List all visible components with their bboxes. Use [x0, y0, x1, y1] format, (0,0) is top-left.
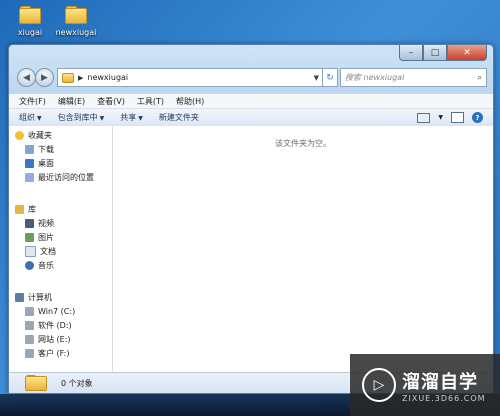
watermark-brand: 溜溜自学	[402, 371, 478, 393]
drive-icon	[25, 320, 34, 330]
address-bar[interactable]: ▶ newxiugai ▼	[57, 68, 323, 87]
desktop-folder-newxiugai[interactable]: newxiugai	[52, 6, 100, 37]
drive-icon	[25, 348, 34, 358]
video-icon	[25, 218, 34, 228]
nav-item-drive-f[interactable]: 客户 (F:)	[25, 347, 112, 359]
empty-folder-message: 该文件夹为空。	[275, 139, 331, 148]
menu-view[interactable]: 查看(V)	[97, 96, 125, 107]
menu-tools[interactable]: 工具(T)	[137, 96, 164, 107]
computer-icon	[15, 292, 24, 302]
folder-icon	[65, 6, 87, 24]
preview-pane-icon[interactable]	[451, 112, 464, 123]
navigation-pane: 收藏夹 下载 桌面 最近访问的位置 库 视频 图片 文档 音乐 计算机 Win7…	[9, 126, 113, 373]
documents-icon	[25, 245, 36, 257]
nav-favorites[interactable]: 收藏夹	[15, 129, 112, 141]
chevron-down-icon[interactable]: ▼	[311, 74, 322, 82]
nav-item-desktop[interactable]: 桌面	[25, 157, 112, 169]
title-bar: – □ ✕	[9, 45, 493, 63]
menu-bar: 文件(F) 编辑(E) 查看(V) 工具(T) 帮助(H)	[9, 93, 493, 108]
refresh-button[interactable]: ↻	[322, 68, 338, 87]
desktop-icon-label: xiugai	[17, 28, 43, 37]
nav-item-pictures[interactable]: 图片	[25, 231, 112, 243]
breadcrumb-arrow-icon[interactable]: ▶	[78, 74, 83, 82]
include-in-library-button[interactable]: 包含到库中 ▼	[58, 112, 105, 123]
search-icon[interactable]: ⌕	[478, 73, 482, 83]
folder-icon	[25, 375, 47, 391]
menu-edit[interactable]: 编辑(E)	[58, 96, 85, 107]
menu-file[interactable]: 文件(F)	[19, 96, 46, 107]
search-placeholder: 搜索 newxiugai	[345, 73, 405, 82]
chevron-down-icon: ▼	[37, 115, 42, 122]
nav-item-drive-c[interactable]: Win7 (C:)	[25, 305, 112, 317]
address-row: ◀ ▶ ▶ newxiugai ▼ ↻ 搜索 newxiugai ⌕	[15, 67, 487, 87]
nav-item-videos[interactable]: 视频	[25, 217, 112, 229]
desktop-icon-label: newxiugai	[55, 28, 97, 37]
view-options-icon[interactable]	[417, 112, 431, 123]
forward-button[interactable]: ▶	[35, 68, 54, 87]
chevron-down-icon: ▼	[138, 115, 143, 122]
play-logo-icon: ▷	[362, 368, 396, 402]
chevron-down-icon[interactable]: ▼	[438, 114, 443, 121]
command-bar: 组织 ▼ 包含到库中 ▼ 共享 ▼ 新建文件夹 ▼ ?	[9, 108, 493, 127]
share-button[interactable]: 共享 ▼	[120, 112, 143, 123]
desktop-folder-xiugai[interactable]: xiugai	[6, 6, 54, 37]
nav-item-recent-places[interactable]: 最近访问的位置	[25, 171, 112, 183]
minimize-button[interactable]: –	[399, 45, 423, 61]
nav-item-music[interactable]: 音乐	[25, 259, 112, 271]
close-button[interactable]: ✕	[447, 45, 487, 61]
folder-icon	[62, 72, 74, 83]
back-button[interactable]: ◀	[17, 68, 36, 87]
chevron-down-icon: ▼	[99, 115, 105, 122]
address-path[interactable]: newxiugai	[87, 73, 128, 82]
help-icon[interactable]: ?	[472, 112, 483, 123]
nav-item-drive-e[interactable]: 网站 (E:)	[25, 333, 112, 345]
search-input[interactable]: 搜索 newxiugai ⌕	[340, 68, 487, 87]
pictures-icon	[25, 232, 34, 242]
nav-item-documents[interactable]: 文档	[25, 245, 112, 257]
nav-item-drive-d[interactable]: 软件 (D:)	[25, 319, 112, 331]
star-icon	[15, 130, 24, 140]
downloads-icon	[25, 144, 34, 154]
menu-help[interactable]: 帮助(H)	[176, 96, 204, 107]
watermark-url: ZIXUE.3D66.COM	[402, 393, 486, 403]
folder-icon	[19, 6, 41, 24]
recent-places-icon	[25, 172, 34, 182]
watermark: ▷ 溜溜自学 ZIXUE.3D66.COM	[350, 354, 500, 416]
music-icon	[25, 260, 34, 270]
status-text: 0 个对象	[61, 378, 93, 388]
desktop-icon	[25, 158, 34, 168]
nav-libraries[interactable]: 库	[15, 203, 112, 215]
file-list-pane[interactable]: 该文件夹为空。	[113, 126, 493, 373]
drive-icon	[25, 306, 34, 316]
nav-computer[interactable]: 计算机	[15, 291, 112, 303]
maximize-button[interactable]: □	[423, 45, 447, 61]
nav-item-downloads[interactable]: 下载	[25, 143, 112, 155]
new-folder-button[interactable]: 新建文件夹	[159, 112, 199, 123]
explorer-window: – □ ✕ ◀ ▶ ▶ newxiugai ▼ ↻ 搜索 newxiugai ⌕…	[8, 44, 494, 394]
library-icon	[15, 204, 24, 214]
drive-icon	[25, 334, 34, 344]
organize-button[interactable]: 组织 ▼	[19, 112, 42, 123]
